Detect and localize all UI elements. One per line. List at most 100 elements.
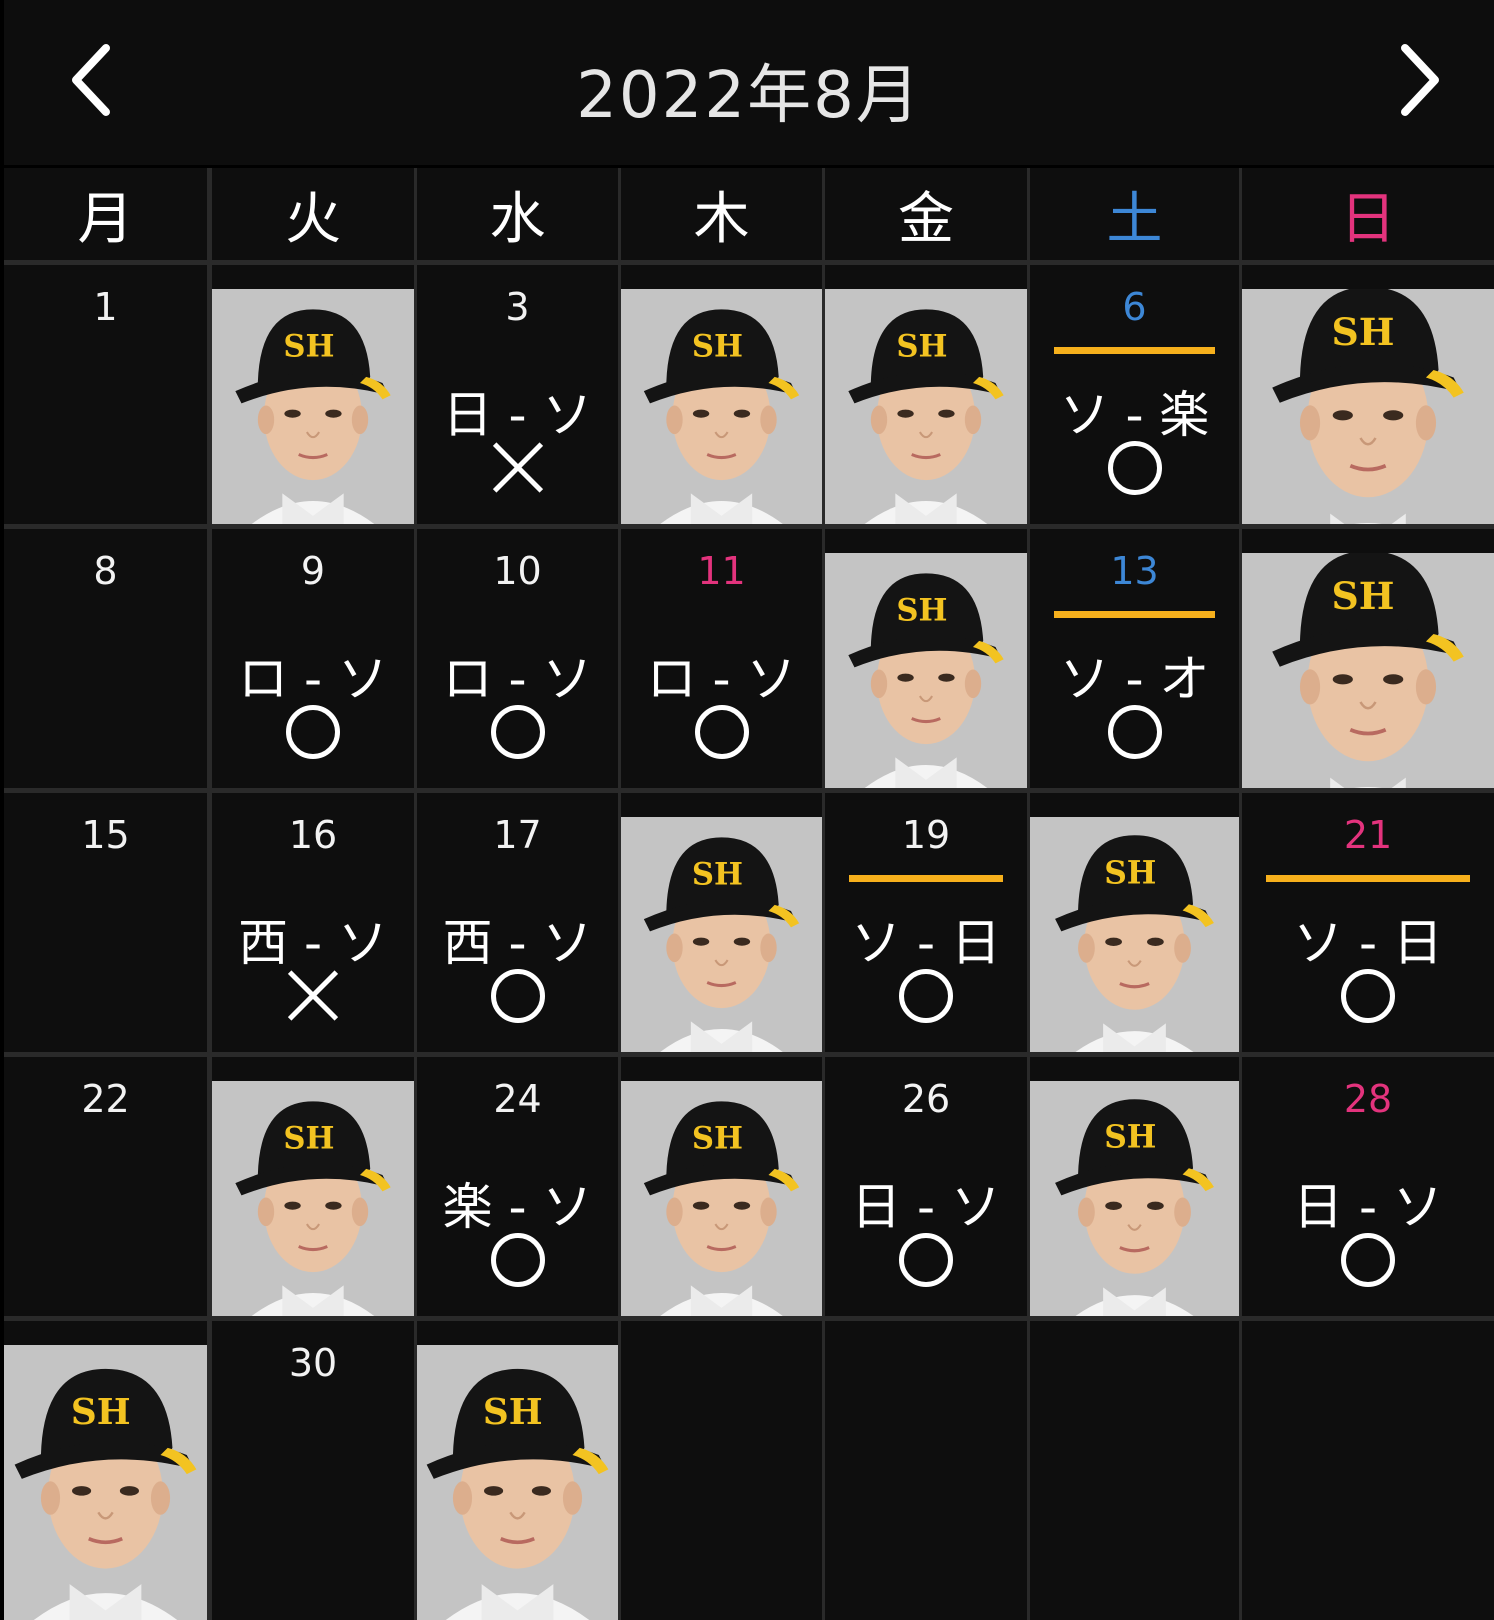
day-number: 8 <box>93 549 118 593</box>
player-photo: SH <box>825 553 1027 788</box>
day-cell-4[interactable]: SH <box>621 265 822 524</box>
player-photo-icon: SH <box>621 817 822 1052</box>
weekday-header-wed: 水 <box>417 168 618 260</box>
game-result <box>1030 441 1239 495</box>
game-matchup: 日 - ソ <box>1293 1178 1443 1236</box>
win-circle-icon <box>490 705 545 759</box>
win-circle-icon <box>1107 441 1162 495</box>
game-result <box>212 705 414 759</box>
player-photo: SH <box>825 289 1027 524</box>
player-photo: SH <box>621 289 822 524</box>
player-photo-icon: SH <box>4 1345 207 1620</box>
svg-text:SH: SH <box>692 328 743 364</box>
day-cell-8[interactable]: 8 <box>4 529 207 788</box>
day-cell-14[interactable]: SH <box>1242 529 1494 788</box>
day-cell-12[interactable]: SH <box>825 529 1027 788</box>
day-cell-6[interactable]: 6 ソ - 楽 <box>1030 265 1239 524</box>
calendar-header: 2022年8月 <box>4 0 1494 165</box>
empty-cell <box>621 1321 822 1620</box>
weekday-header-fri: 金 <box>825 168 1027 260</box>
player-photo: SH <box>417 1345 618 1620</box>
day-number: 30 <box>288 1341 338 1385</box>
svg-text:SH: SH <box>692 856 743 892</box>
day-cell-9[interactable]: 9 ロ - ソ <box>212 529 414 788</box>
player-photo: SH <box>1242 289 1494 524</box>
player-photo: SH <box>1030 1081 1239 1316</box>
win-circle-icon <box>1341 969 1395 1023</box>
weekday-header-sun: 日 <box>1242 168 1494 260</box>
svg-text:SH: SH <box>1331 310 1394 354</box>
game-result <box>1242 969 1494 1023</box>
day-cell-25[interactable]: SH <box>621 1057 822 1316</box>
day-number: 17 <box>493 813 542 857</box>
game-result <box>825 969 1027 1023</box>
day-number: 19 <box>901 813 951 857</box>
day-number: 13 <box>1110 549 1159 593</box>
chevron-right-icon <box>1401 44 1439 116</box>
day-cell-30[interactable]: 30 <box>212 1321 414 1620</box>
day-number: 3 <box>505 285 530 329</box>
day-cell-24[interactable]: 24 楽 - ソ <box>417 1057 618 1316</box>
day-cell-2[interactable]: SH <box>212 265 414 524</box>
day-cell-26[interactable]: 26 日 - ソ <box>825 1057 1027 1316</box>
loss-cross-icon <box>286 969 340 1023</box>
home-game-bar <box>1266 875 1470 882</box>
day-cell-15[interactable]: 15 <box>4 793 207 1052</box>
day-cell-16[interactable]: 16 西 - ソ <box>212 793 414 1052</box>
player-photo-icon: SH <box>212 1081 414 1316</box>
day-cell-19[interactable]: 19 ソ - 日 <box>825 793 1027 1052</box>
day-number: 28 <box>1343 1077 1393 1121</box>
day-cell-5[interactable]: SH <box>825 265 1027 524</box>
day-cell-23[interactable]: SH <box>212 1057 414 1316</box>
day-cell-29[interactable]: SH <box>4 1321 207 1620</box>
player-photo: SH <box>621 1081 822 1316</box>
day-cell-1[interactable]: 1 <box>4 265 207 524</box>
player-photo: SH <box>4 1345 207 1620</box>
day-cell-22[interactable]: 22 <box>4 1057 207 1316</box>
day-cell-17[interactable]: 17 西 - ソ <box>417 793 618 1052</box>
svg-text:SH: SH <box>896 592 947 628</box>
game-matchup: ロ - ソ <box>646 650 797 708</box>
day-cell-21[interactable]: 21 ソ - 日 <box>1242 793 1494 1052</box>
player-photo: SH <box>1030 817 1239 1052</box>
day-number: 24 <box>493 1077 542 1121</box>
day-cell-31[interactable]: SH <box>417 1321 618 1620</box>
weekday-header-tue: 火 <box>212 168 414 260</box>
svg-text:SH: SH <box>283 328 334 364</box>
game-result <box>212 969 414 1023</box>
loss-cross-icon <box>491 441 545 495</box>
player-photo-icon: SH <box>825 289 1027 524</box>
day-cell-7[interactable]: SH <box>1242 265 1494 524</box>
home-game-bar <box>1054 347 1215 354</box>
game-matchup: ソ - オ <box>1059 650 1210 708</box>
win-circle-icon <box>899 969 953 1023</box>
day-cell-13[interactable]: 13 ソ - オ <box>1030 529 1239 788</box>
day-cell-27[interactable]: SH <box>1030 1057 1239 1316</box>
game-result <box>417 441 618 495</box>
day-cell-3[interactable]: 3 日 - ソ <box>417 265 618 524</box>
game-result <box>621 705 822 759</box>
day-cell-10[interactable]: 10 ロ - ソ <box>417 529 618 788</box>
day-cell-28[interactable]: 28 日 - ソ <box>1242 1057 1494 1316</box>
game-result <box>1242 1233 1494 1287</box>
player-photo-icon: SH <box>621 1081 822 1316</box>
weekday-header-sat: 土 <box>1030 168 1239 260</box>
win-circle-icon <box>899 1233 953 1287</box>
svg-text:SH: SH <box>1104 1119 1156 1155</box>
win-circle-icon <box>694 705 749 759</box>
game-matchup: 西 - ソ <box>442 914 593 972</box>
player-photo-icon: SH <box>1242 553 1494 788</box>
day-number: 26 <box>901 1077 951 1121</box>
day-cell-20[interactable]: SH <box>1030 793 1239 1052</box>
game-result <box>1030 705 1239 759</box>
next-month-button[interactable] <box>1389 40 1449 120</box>
day-cell-11[interactable]: 11 ロ - ソ <box>621 529 822 788</box>
day-cell-18[interactable]: SH <box>621 793 822 1052</box>
player-photo: SH <box>621 817 822 1052</box>
svg-text:SH: SH <box>1104 855 1156 891</box>
game-matchup: ロ - ソ <box>442 650 593 708</box>
day-number: 16 <box>288 813 338 857</box>
player-photo-icon: SH <box>825 553 1027 788</box>
calendar-grid: 月火水木金土日1 SH 3日 - ソ SH SH 6ソ - 楽 SH 8 9 ロ… <box>4 168 1494 1620</box>
win-circle-icon <box>490 969 545 1023</box>
